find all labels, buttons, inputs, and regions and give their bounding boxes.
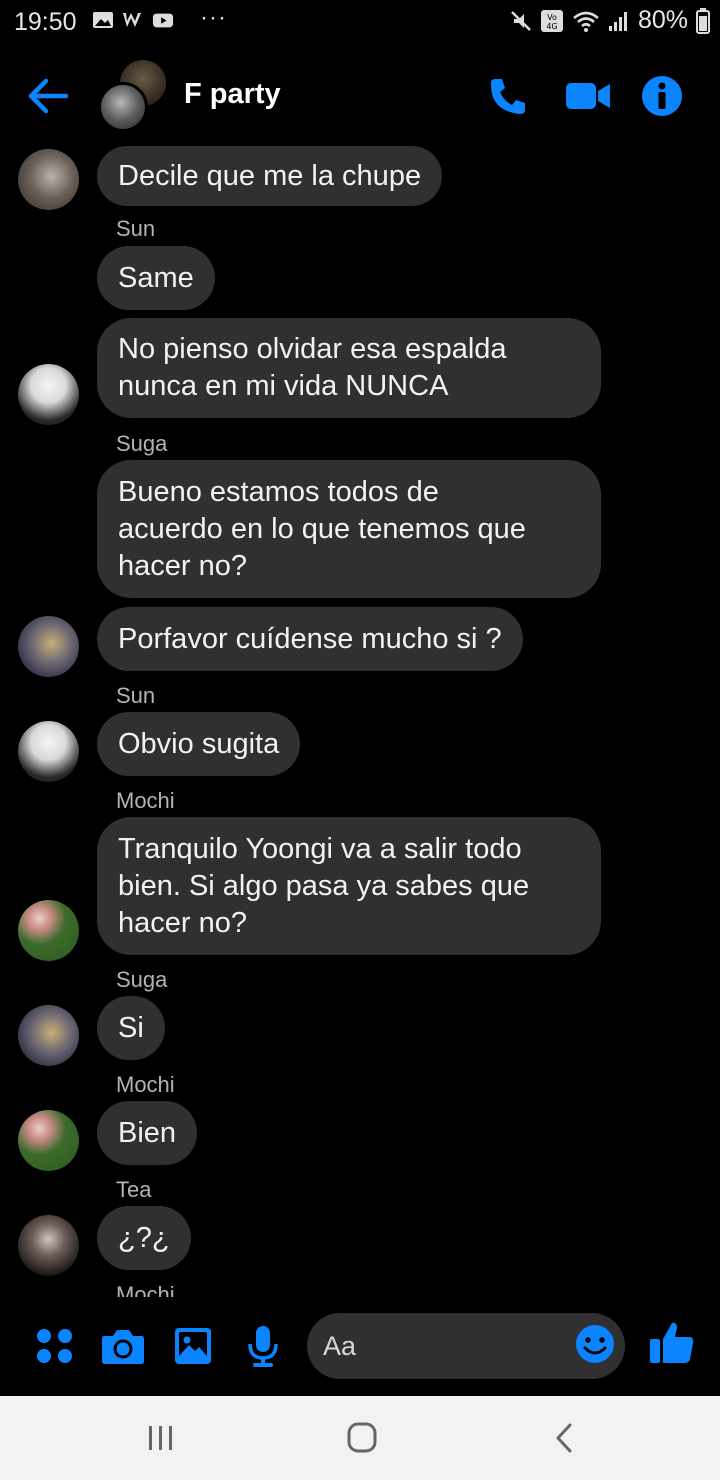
status-bar: 19:50 ··· Vo 4G 80% (0, 0, 720, 44)
thumbs-up-icon[interactable] (648, 1319, 696, 1367)
conversation-header: F party (0, 52, 720, 142)
back-icon[interactable] (546, 1420, 586, 1456)
notification-overflow-icon: ··· (200, 4, 227, 31)
message-bubble[interactable]: Same (97, 246, 215, 310)
sender-avatar[interactable] (18, 364, 79, 425)
message-bubble[interactable]: Decile que me la chupe (97, 146, 443, 206)
status-time: 19:50 (14, 8, 77, 36)
camera-icon[interactable] (100, 1323, 146, 1369)
sender-name: Mochi (116, 788, 175, 813)
sender-name: Sun (116, 683, 156, 708)
sender-name: Tea (116, 1177, 152, 1202)
volte-4g-icon: Vo4G (540, 9, 563, 32)
message-list[interactable]: Decile que me la chupe Sun Same No piens… (0, 142, 720, 1297)
group-avatar-member-2 (98, 82, 148, 132)
signal-icon (608, 11, 627, 31)
w-app-icon (123, 13, 141, 27)
message-bubble[interactable]: No pienso olvidar esa espalda nunca en m… (97, 318, 601, 418)
more-actions-icon[interactable] (32, 1323, 78, 1369)
wifi-icon (573, 11, 599, 32)
sender-avatar[interactable] (18, 1110, 79, 1171)
home-icon[interactable] (342, 1420, 382, 1456)
svg-text:4G: 4G (546, 22, 557, 31)
message-bubble[interactable]: Bien (97, 1101, 198, 1165)
sender-name: Sun (116, 216, 156, 241)
message-bubble[interactable]: Bueno estamos todos de acuerdo en lo que… (97, 460, 601, 598)
info-icon[interactable] (640, 74, 684, 118)
message-bubble[interactable]: Si (97, 996, 165, 1060)
sender-avatar[interactable] (18, 721, 79, 782)
group-avatar[interactable] (98, 60, 170, 132)
gallery-icon[interactable] (170, 1323, 216, 1369)
sender-avatar[interactable] (18, 1005, 79, 1066)
message-bubble[interactable]: Tranquilo Yoongi va a salir todo bien. S… (97, 817, 601, 955)
sender-avatar[interactable] (18, 149, 79, 210)
recent-apps-icon[interactable] (141, 1420, 181, 1456)
battery-percent: 80% (637, 6, 688, 34)
conversation-title[interactable]: F party (184, 78, 281, 111)
video-call-icon[interactable] (564, 74, 612, 118)
sender-name: Suga (116, 967, 168, 992)
message-composer (0, 1305, 720, 1395)
sender-name: Suga (116, 431, 168, 456)
message-bubble[interactable]: Obvio sugita (97, 712, 301, 776)
sender-name: Mochi (116, 1072, 175, 1097)
back-arrow-icon[interactable] (26, 76, 72, 116)
sender-name: Mochi (116, 1282, 175, 1297)
mute-icon (511, 10, 531, 31)
emoji-icon[interactable] (574, 1323, 616, 1365)
message-bubble[interactable]: ¿?¿ (97, 1206, 191, 1270)
phone-call-icon[interactable] (486, 74, 530, 118)
gallery-icon (93, 12, 113, 28)
sender-avatar[interactable] (18, 900, 79, 961)
system-navigation-bar (0, 1396, 720, 1480)
sender-avatar[interactable] (18, 616, 79, 677)
sender-avatar[interactable] (18, 1215, 79, 1276)
message-bubble[interactable]: Porfavor cuídense mucho si ? (97, 607, 523, 671)
youtube-icon (152, 13, 174, 28)
microphone-icon[interactable] (240, 1323, 286, 1369)
battery-icon (696, 7, 710, 34)
svg-text:Vo: Vo (547, 13, 557, 22)
